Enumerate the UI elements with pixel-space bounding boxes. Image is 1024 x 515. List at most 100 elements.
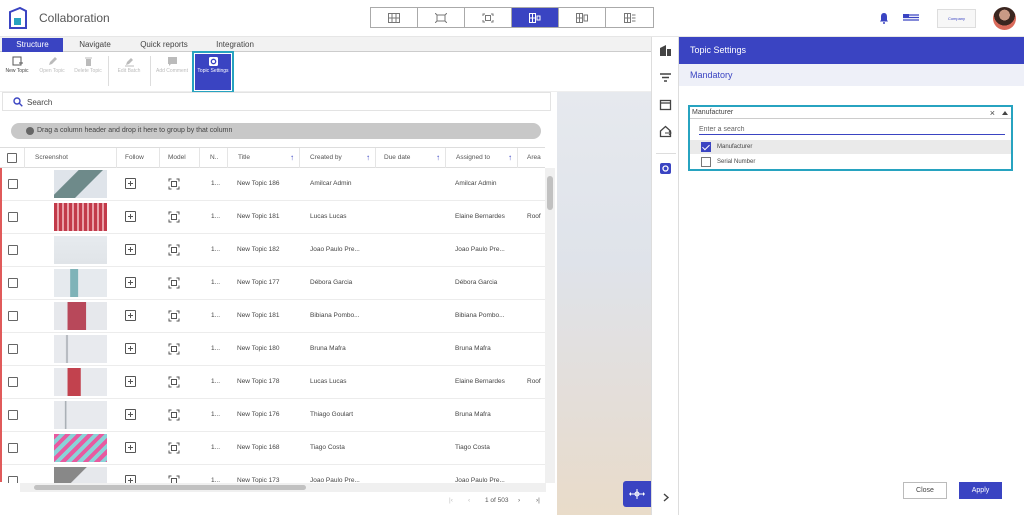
follow-icon[interactable]	[125, 343, 136, 354]
row-checkbox[interactable]	[8, 344, 18, 354]
next-page-button[interactable]: ›	[518, 497, 520, 504]
table-row[interactable]: 1... New Topic 178 Lucas Lucas Elaine Berna…	[0, 366, 545, 399]
table-row[interactable]: 1... New Topic 181 Bibiana Pombo... Bibiana…	[0, 300, 545, 333]
view-grid-button[interactable]	[371, 8, 418, 27]
topic-screenshot[interactable]	[54, 401, 107, 429]
app-logo-icon[interactable]	[8, 6, 28, 30]
topic-screenshot[interactable]	[54, 203, 107, 231]
close-button[interactable]: Close	[903, 482, 947, 499]
model-icon[interactable]	[168, 277, 180, 289]
follow-icon[interactable]	[125, 376, 136, 387]
select-search-input[interactable]	[699, 124, 1005, 135]
view-3d-button[interactable]	[418, 8, 465, 27]
topic-screenshot[interactable]	[54, 236, 107, 264]
add-comment-button[interactable]: Add Comment	[155, 54, 189, 90]
row-checkbox[interactable]	[8, 278, 18, 288]
row-checkbox[interactable]	[8, 179, 18, 189]
chevron-right-icon[interactable]	[659, 491, 672, 504]
first-page-button[interactable]: |‹	[449, 497, 453, 504]
bell-icon[interactable]	[879, 12, 889, 24]
open-topic-button[interactable]: Open Topic	[35, 54, 69, 90]
column-number[interactable]: N..	[200, 148, 228, 168]
table-row[interactable]: 1... New Topic 176 Thiago Goulart Bruna Maf…	[0, 399, 545, 432]
option-checkbox[interactable]	[701, 142, 711, 152]
calendar-icon[interactable]	[659, 98, 672, 111]
clear-selection-button[interactable]: ×	[990, 107, 995, 119]
column-created-by[interactable]: Created by ↑	[300, 148, 376, 168]
filter-icon[interactable]	[659, 71, 672, 84]
topic-settings-button[interactable]: Topic Settings	[195, 54, 231, 90]
caret-up-icon[interactable]	[1002, 111, 1008, 115]
horizontal-scrollbar[interactable]	[20, 483, 546, 492]
vertical-scrollbar[interactable]	[545, 168, 555, 483]
option-serial-number[interactable]: Serial Number	[690, 155, 1011, 169]
option-manufacturer[interactable]: Manufacturer	[690, 140, 1011, 154]
horizontal-scroll-thumb[interactable]	[34, 485, 306, 490]
row-checkbox[interactable]	[8, 410, 18, 420]
follow-icon[interactable]	[125, 442, 136, 453]
model-icon[interactable]	[168, 475, 180, 483]
tab-integration[interactable]: Integration	[205, 38, 265, 52]
group-by-bar[interactable]: Drag a column header and drop it here to…	[11, 123, 541, 139]
follow-icon[interactable]	[125, 310, 136, 321]
prev-page-button[interactable]: ‹	[468, 497, 470, 504]
table-row[interactable]: 1... New Topic 168 Tiago Costa Tiago Costa	[0, 432, 545, 465]
select-value[interactable]: Manufacturer ×	[690, 107, 1011, 119]
follow-icon[interactable]	[125, 277, 136, 288]
tab-structure[interactable]: Structure	[2, 38, 63, 52]
topic-screenshot[interactable]	[54, 335, 107, 363]
model-icon[interactable]	[168, 244, 180, 256]
select-all-checkbox[interactable]	[7, 153, 17, 163]
search-input[interactable]	[27, 95, 527, 109]
option-checkbox[interactable]	[701, 157, 711, 167]
apply-button[interactable]: Apply	[959, 482, 1002, 499]
row-checkbox[interactable]	[8, 311, 18, 321]
row-checkbox[interactable]	[8, 212, 18, 222]
column-follow[interactable]: Follow	[117, 148, 160, 168]
new-topic-button[interactable]: New Topic	[0, 54, 34, 90]
follow-icon[interactable]	[125, 211, 136, 222]
building-icon[interactable]	[659, 44, 672, 57]
user-avatar[interactable]	[993, 7, 1016, 30]
tab-navigate[interactable]: Navigate	[66, 38, 124, 52]
model-icon[interactable]	[168, 178, 180, 190]
row-checkbox[interactable]	[8, 476, 18, 483]
topic-screenshot[interactable]	[54, 434, 107, 462]
edit-batch-button[interactable]: Edit Batch	[112, 54, 146, 90]
topic-screenshot[interactable]	[54, 302, 107, 330]
table-row[interactable]: 1... New Topic 177 Débora Garcia Débora Gar…	[0, 267, 545, 300]
follow-icon[interactable]	[125, 409, 136, 420]
follow-icon[interactable]	[125, 178, 136, 189]
table-row[interactable]: 1... New Topic 180 Bruna Mafra Bruna Mafra	[0, 333, 545, 366]
view-grid-list-button[interactable]	[606, 8, 653, 27]
table-row[interactable]: 1... New Topic 173 Joao Paulo Pre... Joao P…	[0, 465, 545, 483]
topic-screenshot[interactable]	[54, 368, 107, 396]
topic-screenshot[interactable]	[54, 467, 107, 483]
model-icon[interactable]	[168, 376, 180, 388]
tab-quick-reports[interactable]: Quick reports	[132, 38, 196, 52]
model-viewport[interactable]	[557, 92, 651, 515]
topic-screenshot[interactable]	[54, 170, 107, 198]
row-checkbox[interactable]	[8, 377, 18, 387]
model-icon[interactable]	[168, 310, 180, 322]
table-row[interactable]: 1... New Topic 186 Amilcar Admin Amilcar Ad…	[0, 168, 545, 201]
last-page-button[interactable]: ›|	[536, 497, 540, 504]
row-checkbox[interactable]	[8, 443, 18, 453]
view-grid-frame-button[interactable]	[559, 8, 606, 27]
view-grid-model-button[interactable]	[512, 8, 559, 27]
delete-topic-button[interactable]: Delete Topic	[71, 54, 105, 90]
model-icon[interactable]	[168, 442, 180, 454]
column-area[interactable]: Area	[518, 148, 545, 168]
navigation-mode-button[interactable]	[623, 481, 651, 507]
home-export-icon[interactable]	[659, 125, 672, 138]
view-model-button[interactable]	[465, 8, 512, 27]
model-icon[interactable]	[168, 409, 180, 421]
column-screenshot[interactable]: Screenshot	[25, 148, 117, 168]
table-row[interactable]: 1... New Topic 182 Joao Paulo Pre... Joao P…	[0, 234, 545, 267]
row-checkbox[interactable]	[8, 245, 18, 255]
column-title[interactable]: Title ↑	[228, 148, 300, 168]
language-flag-icon[interactable]	[903, 14, 919, 21]
follow-icon[interactable]	[125, 244, 136, 255]
column-due-date[interactable]: Due date ↑	[376, 148, 446, 168]
topic-screenshot[interactable]	[54, 269, 107, 297]
